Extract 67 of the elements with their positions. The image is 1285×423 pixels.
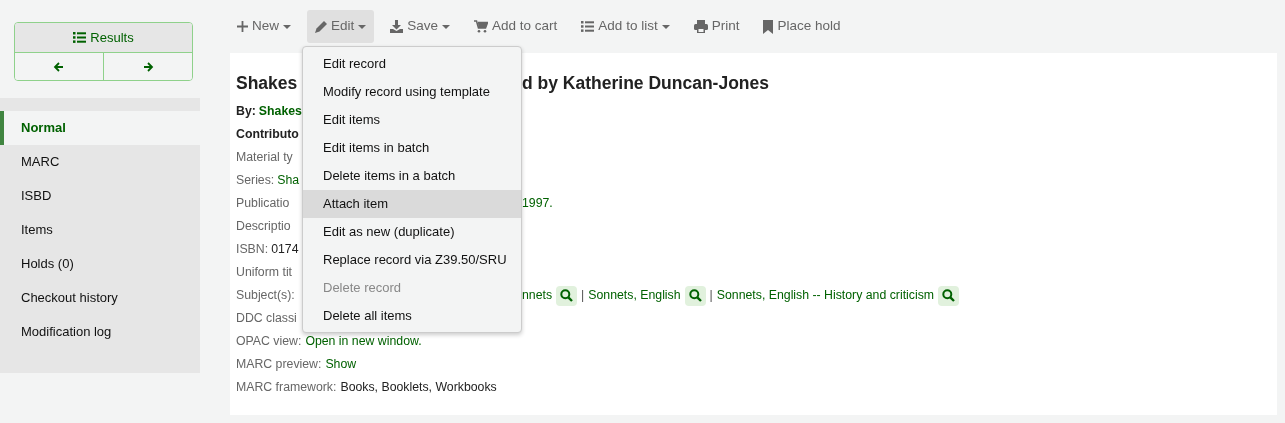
menu-item[interactable]: Delete items in a batch bbox=[303, 162, 521, 190]
menu-item[interactable]: Attach item bbox=[303, 190, 521, 218]
sidebar-item[interactable]: Normal bbox=[0, 111, 200, 145]
field-label: Series: bbox=[236, 172, 275, 190]
field-label: Material ty bbox=[236, 149, 293, 167]
sidebar-item[interactable]: ISBD bbox=[0, 179, 200, 213]
link[interactable]: Sonnets, English bbox=[588, 286, 681, 305]
link[interactable]: Open in new window. bbox=[305, 332, 422, 351]
list-icon bbox=[73, 32, 87, 43]
menu-item[interactable]: Delete all items bbox=[303, 302, 521, 330]
toolbar-button[interactable]: Save bbox=[382, 10, 459, 43]
toolbar-button[interactable]: Add to cart bbox=[466, 10, 566, 43]
record-title: d by Katherine Duncan-Jones bbox=[522, 73, 769, 94]
menu-item[interactable]: Edit items in batch bbox=[303, 134, 521, 162]
field-value: 0174 bbox=[271, 241, 299, 259]
menu-item[interactable]: Edit items bbox=[303, 106, 521, 134]
link[interactable]: Sonnets, English -- History and criticism bbox=[716, 286, 935, 305]
field-label: By: bbox=[236, 103, 256, 121]
link[interactable]: 1997. bbox=[522, 194, 553, 213]
toolbar-button[interactable]: Add to list bbox=[573, 10, 678, 43]
menu-item[interactable]: Modify record using template bbox=[303, 78, 521, 106]
field-label: ISBN: bbox=[236, 241, 269, 259]
field-label: OPAC view: bbox=[236, 333, 302, 351]
link[interactable]: Show bbox=[325, 355, 357, 374]
sidebar-item[interactable]: Checkout history bbox=[0, 281, 200, 315]
field-label: MARC framework: bbox=[236, 379, 337, 397]
field-label: Uniform tit bbox=[236, 264, 293, 282]
sidebar-item[interactable]: MARC bbox=[0, 145, 200, 179]
search-icon bbox=[688, 289, 702, 302]
results-button[interactable]: Results bbox=[15, 23, 192, 52]
link[interactable]: nnets bbox=[522, 286, 553, 305]
search-icon bbox=[560, 289, 574, 302]
download-icon bbox=[390, 20, 404, 33]
search-button[interactable] bbox=[684, 285, 706, 306]
link[interactable]: Shakes bbox=[258, 102, 302, 121]
search-button[interactable] bbox=[938, 285, 960, 306]
bookmark-icon bbox=[763, 19, 774, 34]
field-label: Subject(s): bbox=[236, 287, 295, 305]
field-label: Publicatio bbox=[236, 195, 290, 213]
plus-icon bbox=[237, 21, 248, 32]
field-value: Books, Booklets, Workbooks bbox=[340, 379, 497, 397]
link[interactable]: Sha bbox=[277, 171, 300, 190]
right-arrow-icon bbox=[142, 60, 154, 73]
field-label: MARC preview: bbox=[236, 356, 322, 374]
field-label: Descriptio bbox=[236, 218, 291, 236]
separator: | bbox=[581, 287, 585, 305]
toolbar-button[interactable]: Place hold bbox=[755, 10, 849, 43]
pencil-icon bbox=[315, 20, 327, 33]
search-button[interactable] bbox=[556, 285, 578, 306]
field-label: DDC classi bbox=[236, 310, 297, 328]
search-icon bbox=[942, 289, 956, 302]
left-arrow-icon bbox=[53, 60, 65, 73]
list-icon bbox=[581, 21, 595, 32]
printer-icon bbox=[693, 20, 708, 33]
menu-item[interactable]: Edit as new (duplicate) bbox=[303, 218, 521, 246]
record-title: Shakes bbox=[236, 73, 299, 94]
sidebar-item[interactable]: Modification log bbox=[0, 315, 200, 349]
toolbar-button[interactable]: New bbox=[229, 10, 299, 43]
separator: | bbox=[709, 287, 713, 305]
menu-item[interactable]: Edit record bbox=[303, 50, 521, 78]
toolbar-button[interactable]: Print bbox=[685, 10, 748, 43]
sidebar-item[interactable]: Items bbox=[0, 213, 200, 247]
cart-icon bbox=[474, 20, 489, 33]
sidebar-item[interactable]: Holds (0) bbox=[0, 247, 200, 281]
toolbar-button[interactable]: Edit bbox=[307, 10, 375, 43]
menu-item[interactable]: Replace record via Z39.50/SRU bbox=[303, 246, 521, 274]
field-label: Contributo bbox=[236, 126, 299, 144]
